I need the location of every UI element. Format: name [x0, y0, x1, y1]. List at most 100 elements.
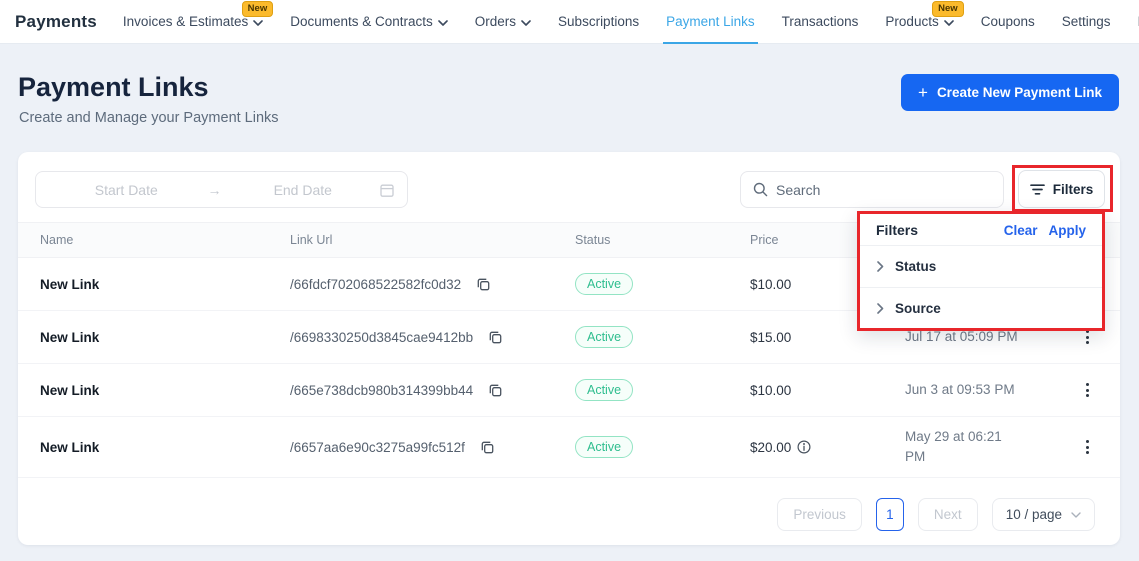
search-icon — [753, 182, 768, 197]
link-url-cell: /6657aa6e90c3275a99fc512f — [290, 440, 575, 455]
previous-page-button[interactable]: Previous — [777, 497, 862, 531]
nav-item-invoices-estimates[interactable]: Invoices & Estimates New — [122, 0, 274, 43]
nav-item-products[interactable]: Products New — [885, 0, 964, 43]
nav-items: Invoices & Estimates New Documents & Con… — [122, 0, 1139, 44]
nav-item-label: Invoices & Estimates — [122, 14, 249, 29]
nav-item-documents-contracts[interactable]: Documents & Contracts — [290, 0, 448, 43]
info-icon[interactable] — [797, 440, 811, 454]
row-actions-menu-icon[interactable] — [1078, 437, 1096, 457]
status-cell: Active — [575, 273, 750, 295]
column-header-link-url: Link Url — [290, 233, 333, 247]
end-date-input[interactable]: End Date — [226, 182, 381, 198]
search-box[interactable] — [740, 171, 1004, 208]
table-row: New Link /665e738dcb980b314399bb44 Activ… — [18, 364, 1120, 417]
link-url: /665e738dcb980b314399bb44 — [290, 382, 474, 398]
nav-item-label: Payment Links — [666, 14, 755, 29]
page-title: Payment Links — [18, 72, 209, 102]
clear-filters-link[interactable]: Clear — [1004, 223, 1038, 238]
filter-section-status[interactable]: Status — [860, 246, 1102, 287]
nav-item-subscriptions[interactable]: Subscriptions — [558, 0, 639, 43]
filters-button-label: Filters — [1052, 181, 1094, 197]
nav-item-label: Documents & Contracts — [290, 14, 433, 29]
create-new-payment-link-button[interactable]: + Create New Payment Link — [901, 74, 1119, 111]
status-cell: Active — [575, 436, 750, 458]
page-size-value: 10 / page — [1005, 506, 1062, 522]
nav-item-label: Orders — [474, 14, 517, 29]
price-value: $10.00 — [750, 276, 792, 292]
chevron-down-icon — [437, 19, 448, 26]
filter-section-label: Source — [895, 301, 941, 316]
price-value: $15.00 — [750, 329, 792, 345]
copy-icon[interactable] — [488, 383, 503, 398]
copy-icon[interactable] — [480, 440, 495, 455]
column-header-status: Status — [575, 233, 611, 247]
filters-button[interactable]: Filters — [1018, 170, 1105, 208]
date-range-picker[interactable]: Start Date → End Date — [35, 171, 408, 208]
filter-section-source[interactable]: Source — [860, 288, 1102, 329]
nav-item-label: Transactions — [781, 14, 859, 29]
chevron-right-icon — [877, 303, 884, 314]
page-subtitle: Create and Manage your Payment Links — [19, 110, 279, 126]
nav-item-transactions[interactable]: Transactions — [782, 0, 859, 43]
nav-item-payment-links[interactable]: Payment Links — [663, 0, 758, 44]
created-at-value: May 29 at 06:21 PM — [905, 429, 1002, 464]
new-badge: New — [932, 1, 964, 17]
nav-item-label: Products — [885, 14, 939, 29]
search-input[interactable] — [776, 181, 991, 198]
plus-icon: + — [918, 82, 928, 102]
start-date-input[interactable]: Start Date — [49, 182, 204, 198]
chevron-right-icon — [877, 261, 884, 272]
arrow-right-icon: → — [207, 181, 222, 198]
create-button-label: Create New Payment Link — [936, 85, 1102, 100]
filter-lines-icon — [1029, 183, 1045, 195]
link-url: /66fdcf702068522582fc0d32 — [290, 276, 462, 292]
apply-filters-link[interactable]: Apply — [1048, 223, 1086, 238]
nav-item-label: Coupons — [980, 14, 1035, 29]
payment-links-page: Payments Invoices & Estimates New Docume… — [0, 0, 1139, 561]
nav-item-orders[interactable]: Orders — [475, 0, 531, 43]
nav-item-settings[interactable]: Settings — [1062, 0, 1111, 43]
price-cell: $20.00 — [750, 440, 905, 455]
calendar-icon[interactable] — [380, 183, 394, 197]
link-name: New Link — [40, 439, 100, 455]
page-size-select[interactable]: 10 / page — [991, 497, 1095, 531]
chevron-down-icon — [943, 19, 954, 26]
filters-popup: Filters Clear Apply Status Source — [857, 211, 1105, 331]
price-cell: $15.00 — [750, 330, 905, 345]
status-badge: Active — [575, 379, 634, 401]
nav-item-label: Settings — [1061, 14, 1111, 29]
link-url: /6657aa6e90c3275a99fc512f — [290, 439, 465, 455]
link-url: /6698330250d3845cae9412bb — [290, 329, 474, 345]
filters-popup-title: Filters — [876, 222, 919, 238]
new-badge: New — [241, 1, 274, 17]
nav-item-label: Subscriptions — [558, 14, 640, 29]
copy-icon[interactable] — [476, 277, 491, 292]
price-value: $20.00 — [750, 439, 792, 455]
link-url-cell: /665e738dcb980b314399bb44 — [290, 383, 575, 398]
payment-links-card: Start Date → End Date Filters Filters Cl… — [18, 152, 1120, 545]
row-actions-menu-icon[interactable] — [1078, 380, 1096, 400]
link-name: New Link — [40, 329, 100, 345]
status-badge: Active — [575, 326, 634, 348]
current-page-button[interactable]: 1 — [875, 497, 904, 531]
chevron-down-icon — [521, 19, 531, 26]
pagination: Previous 1 Next 10 / page — [18, 483, 1120, 545]
status-badge: Active — [575, 436, 634, 458]
nav-item-coupons[interactable]: Coupons — [981, 0, 1035, 43]
status-cell: Active — [575, 326, 750, 348]
filters-popup-header: Filters Clear Apply — [860, 214, 1102, 245]
status-badge: Active — [575, 273, 634, 295]
chevron-down-icon — [253, 19, 264, 26]
status-cell: Active — [575, 379, 750, 401]
next-page-button[interactable]: Next — [917, 497, 978, 531]
link-url-cell: /66fdcf702068522582fc0d32 — [290, 277, 575, 292]
chevron-down-icon — [1071, 512, 1081, 518]
copy-icon[interactable] — [488, 330, 503, 345]
column-header-name: Name — [40, 233, 74, 247]
link-name: New Link — [40, 276, 100, 292]
table-row: New Link /6657aa6e90c3275a99fc512f Activ… — [18, 417, 1120, 478]
top-nav: Payments Invoices & Estimates New Docume… — [0, 0, 1139, 44]
created-at-cell: May 29 at 06:21 PM — [905, 427, 1075, 466]
filter-section-label: Status — [895, 259, 937, 274]
created-at-cell: Jun 3 at 09:53 PM — [905, 380, 1075, 400]
